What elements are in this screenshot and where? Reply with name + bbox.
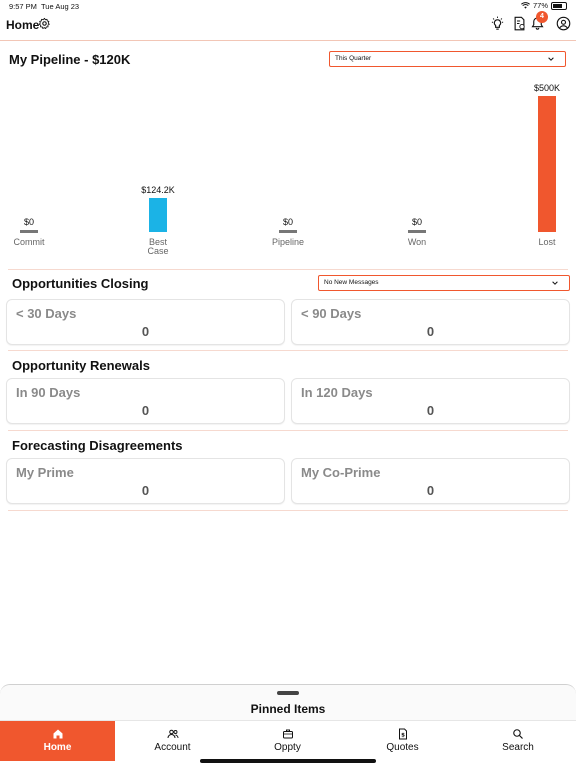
card-value: 0 — [141, 324, 150, 339]
card-label: In 120 Days — [301, 385, 373, 400]
messages-dropdown-value: No New Messages — [324, 279, 379, 286]
tab-oppty[interactable]: Oppty — [230, 721, 345, 761]
pinned-items-title: Pinned Items — [250, 702, 326, 716]
dollar-document-icon: $ — [398, 728, 407, 740]
people-icon — [167, 729, 178, 739]
tab-label: Account — [154, 742, 191, 753]
page-title: Home — [6, 18, 40, 32]
category-label: Lost — [538, 237, 556, 247]
briefcase-icon — [282, 729, 293, 739]
battery-percent: 77% — [532, 1, 548, 10]
wifi-icon — [521, 2, 530, 9]
app-header: Home 4 — [0, 11, 576, 40]
messages-dropdown[interactable]: No New Messages — [318, 275, 570, 291]
tab-home[interactable]: Home — [0, 721, 115, 761]
pinned-items-drawer[interactable]: Pinned Items — [0, 684, 576, 725]
card-label: My Prime — [16, 465, 74, 480]
lightbulb-icon[interactable] — [490, 16, 505, 31]
period-dropdown[interactable]: This Quarter — [329, 51, 566, 67]
card-label: In 90 Days — [16, 385, 81, 400]
tab-label: Search — [502, 742, 534, 753]
bar-best-case[interactable] — [149, 198, 167, 232]
opportunities-closing-title: Opportunities Closing — [12, 276, 149, 291]
battery-icon — [551, 1, 567, 10]
card-label: < 90 Days — [301, 306, 362, 321]
tab-label: Home — [43, 742, 72, 753]
bar-value-label: $500K — [534, 83, 560, 93]
drawer-handle[interactable] — [277, 691, 299, 695]
section-divider — [8, 430, 568, 431]
chevron-down-icon — [552, 281, 558, 285]
tab-label: Quotes — [386, 742, 419, 753]
section-divider — [8, 510, 568, 511]
pipeline-chart: $0 Commit $124.2K Best Case $0 Pipeline $0 Won $5… — [0, 70, 576, 270]
status-right: 77% — [521, 1, 567, 10]
card-in-90-days[interactable]: In 90 Days 0 — [6, 378, 285, 424]
bar-lost[interactable] — [538, 96, 556, 232]
card-value: 0 — [141, 403, 150, 418]
bar-won[interactable] — [408, 230, 426, 233]
card-value: 0 — [426, 403, 435, 418]
home-icon — [53, 729, 62, 739]
card-my-co-prime[interactable]: My Co-Prime 0 — [291, 458, 570, 504]
tab-search[interactable]: Search — [460, 721, 576, 761]
status-date: Tue Aug 23 — [41, 2, 80, 11]
card-value: 0 — [426, 324, 435, 339]
tab-account[interactable]: Account — [115, 721, 230, 761]
bar-commit[interactable] — [20, 230, 38, 233]
chevron-down-icon — [548, 57, 554, 61]
bar-value-label: $124.2K — [141, 185, 175, 195]
card-30-days[interactable]: < 30 Days 0 — [6, 299, 285, 345]
notification-badge: 4 — [536, 11, 548, 23]
period-dropdown-value: This Quarter — [335, 55, 372, 62]
document-dollar-icon[interactable] — [512, 16, 527, 31]
status-time: 9:57 PM — [9, 2, 37, 11]
home-indicator — [200, 759, 376, 763]
bar-value-label: $0 — [283, 217, 293, 227]
svg-text:$: $ — [401, 733, 405, 739]
card-value: 0 — [426, 483, 435, 498]
bar-value-label: $0 — [24, 217, 34, 227]
pipeline-bar-chart: $0Commit$124.2KBestCase$0Pipeline$0Won$5… — [14, 83, 561, 256]
bar-value-label: $0 — [412, 217, 422, 227]
category-label: Won — [408, 237, 426, 247]
header-divider — [0, 40, 576, 41]
card-value: 0 — [141, 483, 150, 498]
category-label: Pipeline — [272, 237, 304, 247]
card-my-prime[interactable]: My Prime 0 — [6, 458, 285, 504]
section-divider — [8, 350, 568, 351]
bar-pipeline[interactable] — [279, 230, 297, 233]
status-bar: 9:57 PM Tue Aug 23 77% — [0, 0, 576, 12]
card-label: < 30 Days — [16, 306, 77, 321]
card-label: My Co-Prime — [301, 465, 381, 480]
category-label: Case — [147, 246, 168, 256]
opportunity-renewals-title: Opportunity Renewals — [12, 358, 150, 373]
gear-icon[interactable] — [38, 17, 51, 30]
search-icon — [513, 729, 523, 739]
tab-quotes[interactable]: $ Quotes — [345, 721, 460, 761]
section-divider — [8, 269, 568, 270]
category-label: Commit — [14, 237, 45, 247]
tab-label: Oppty — [274, 742, 301, 753]
card-90-days[interactable]: < 90 Days 0 — [291, 299, 570, 345]
card-in-120-days[interactable]: In 120 Days 0 — [291, 378, 570, 424]
profile-icon[interactable] — [556, 16, 571, 31]
pipeline-title: My Pipeline - $120K — [9, 52, 131, 67]
forecasting-title: Forecasting Disagreements — [12, 438, 183, 453]
